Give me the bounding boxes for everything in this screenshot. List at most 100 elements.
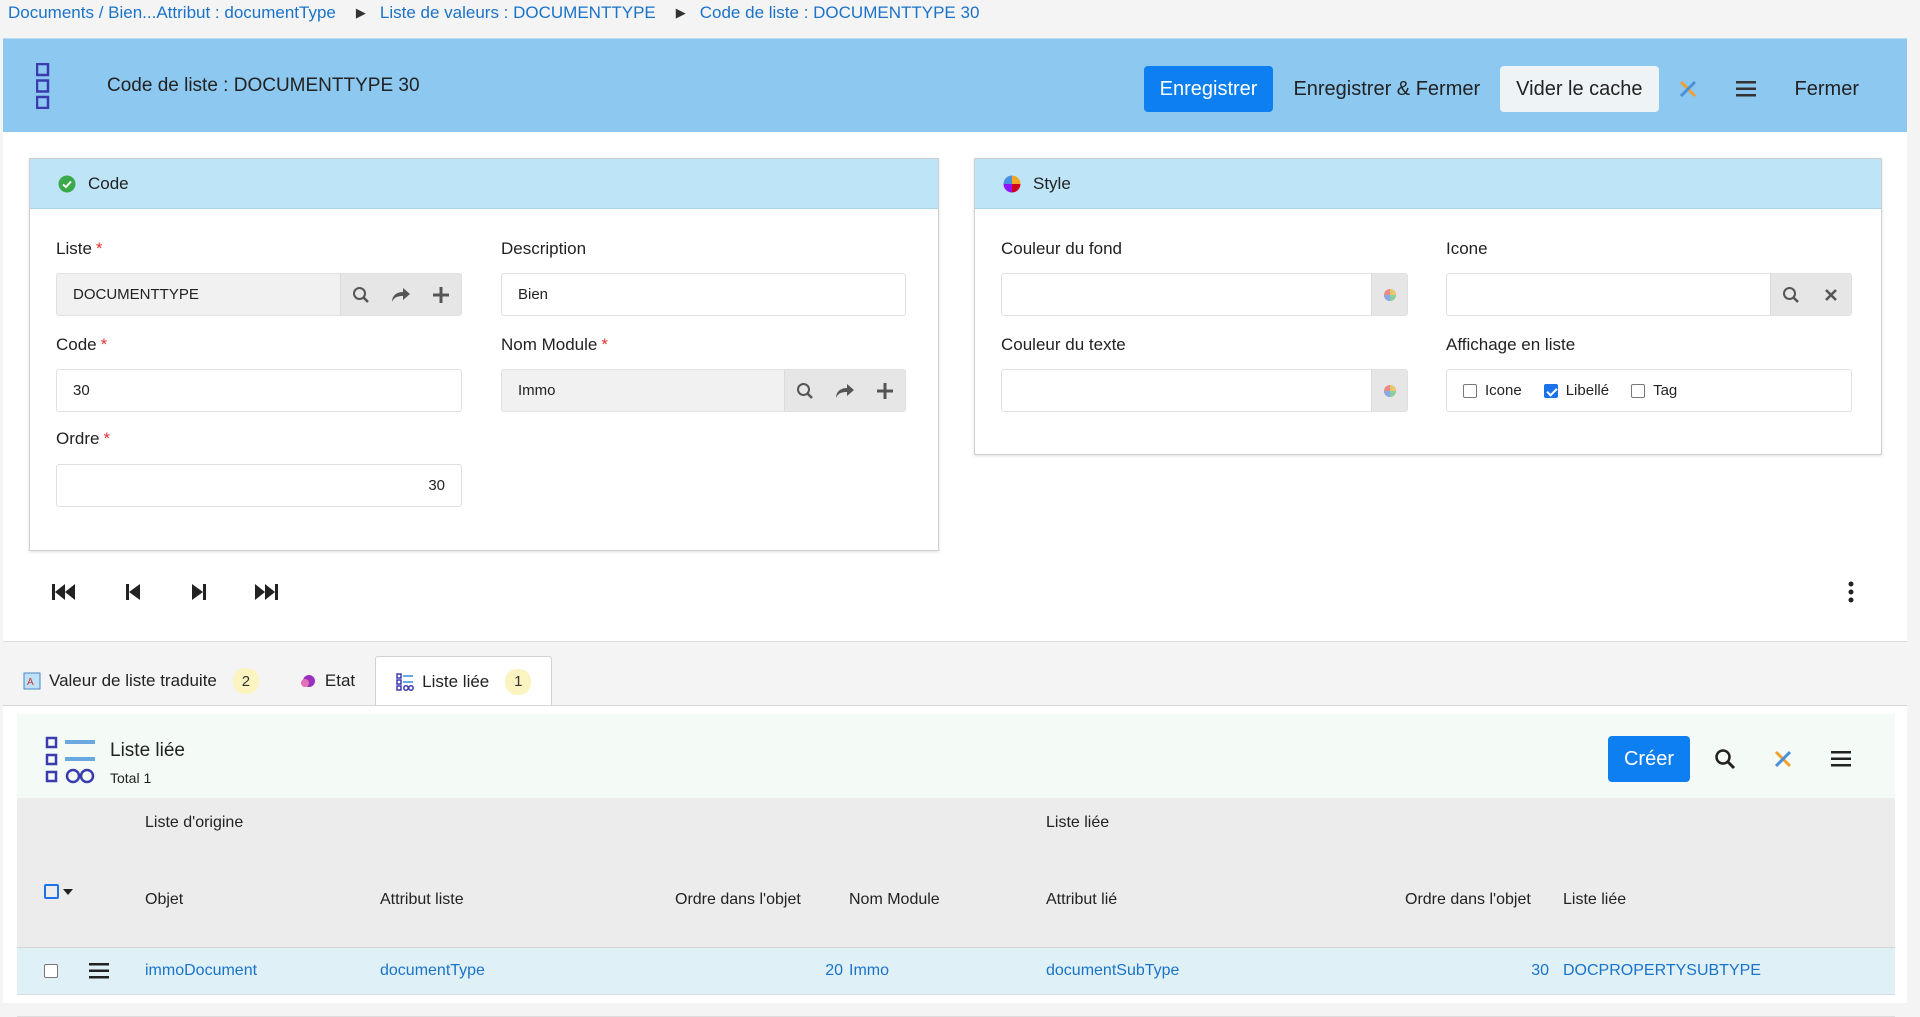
ordre-label: Ordre *: [56, 429, 110, 449]
icon-label: Icone: [1446, 239, 1488, 258]
select-all-dropdown[interactable]: [44, 884, 73, 899]
display-option-libelle[interactable]: Libellé: [1543, 382, 1609, 399]
next-record-icon[interactable]: [186, 580, 212, 604]
display-label: Affichage en liste: [1446, 335, 1576, 354]
display-options: Icone Libellé Tag: [1446, 369, 1852, 412]
column-header-ordre[interactable]: Ordre dans l'objet: [675, 891, 801, 909]
search-icon[interactable]: [1696, 736, 1754, 782]
ordre-value: 30: [428, 477, 445, 494]
cell-ordre-lie: 30: [1531, 962, 1549, 979]
tab-liste-liee[interactable]: Liste liée 1: [375, 656, 553, 706]
check-circle-icon: [58, 175, 76, 192]
add-icon[interactable]: [421, 274, 461, 315]
search-icon[interactable]: [1771, 274, 1811, 315]
column-header-nom-module[interactable]: Nom Module: [849, 891, 940, 909]
icon-field[interactable]: [1446, 273, 1852, 316]
row-menu-icon[interactable]: [89, 963, 109, 979]
chevron-down-icon: [63, 888, 73, 895]
column-header-ordre-lie[interactable]: Ordre dans l'objet: [1405, 891, 1531, 909]
required-mark: *: [103, 429, 111, 448]
breadcrumb-item-liste-valeurs[interactable]: Liste de valeurs : DOCUMENTTYPE: [380, 3, 656, 23]
save-close-button[interactable]: Enregistrer & Fermer: [1273, 66, 1500, 112]
close-button[interactable]: Fermer: [1775, 66, 1879, 112]
breadcrumb-item-documents[interactable]: Documents / Bien...Attribut : documentTy…: [8, 3, 336, 23]
related-tabs: A Valeur de liste traduite 2 Etat Liste …: [3, 656, 553, 706]
cell-objet[interactable]: immoDocument: [145, 962, 257, 980]
last-record-icon[interactable]: [253, 580, 279, 604]
bg-color-field[interactable]: [1001, 273, 1408, 316]
style-panel-header: Style: [975, 159, 1881, 209]
display-option-tag[interactable]: Tag: [1631, 382, 1677, 399]
text-color-field[interactable]: [1001, 369, 1408, 412]
search-icon[interactable]: [785, 370, 825, 411]
checkbox-checked[interactable]: [1543, 383, 1558, 398]
menu-icon[interactable]: [1717, 66, 1775, 112]
search-icon[interactable]: [341, 274, 381, 315]
description-field[interactable]: Bien: [501, 273, 906, 316]
checkbox[interactable]: [1463, 383, 1477, 398]
breadcrumb: Documents / Bien...Attribut : documentTy…: [8, 2, 979, 24]
clear-icon[interactable]: [1811, 274, 1851, 315]
state-icon: [300, 675, 315, 687]
breadcrumb-separator: ▶: [675, 5, 686, 20]
tab-label: Etat: [324, 671, 356, 690]
more-options-icon[interactable]: [1838, 580, 1864, 604]
column-header-attribut-lie[interactable]: Attribut lié: [1046, 891, 1117, 909]
page-title: Code de liste : DOCUMENTTYPE 30: [107, 75, 420, 96]
cell-nom-module[interactable]: Immo: [849, 962, 889, 980]
tab-label: Liste liée: [422, 671, 490, 691]
create-button[interactable]: Créer: [1607, 736, 1690, 782]
column-header-attribut-liste[interactable]: Attribut liste: [380, 891, 464, 909]
code-panel: Code Liste * DOCUMENTTYPE Description Bie…: [29, 158, 939, 551]
code-field[interactable]: 30: [56, 369, 462, 412]
linked-list-title: Liste liée: [110, 740, 185, 761]
checkbox[interactable]: [1631, 383, 1646, 398]
tools-icon[interactable]: [1754, 736, 1812, 782]
cell-attribut-liste[interactable]: documentType: [380, 962, 485, 980]
tab-etat[interactable]: Etat: [279, 656, 375, 706]
cell-liste-liee[interactable]: DOCPROPERTYSUBTYPE: [1563, 962, 1761, 980]
row-checkbox[interactable]: [44, 964, 58, 978]
first-record-icon[interactable]: [51, 580, 77, 604]
display-option-icone[interactable]: Icone: [1463, 382, 1522, 399]
text-color-label: Couleur du texte: [1001, 335, 1126, 354]
add-icon[interactable]: [865, 370, 905, 411]
linked-list-icon: [45, 736, 95, 784]
table-row[interactable]: immoDocument documentType 20 Immo docume…: [17, 948, 1895, 995]
color-picker-icon[interactable]: [1371, 274, 1407, 315]
liste-field[interactable]: DOCUMENTTYPE: [56, 273, 462, 316]
code-label-text: Code: [56, 335, 97, 354]
count-badge: 2: [232, 668, 259, 694]
module-label-text: Nom Module: [501, 335, 598, 354]
tools-icon[interactable]: [1659, 66, 1717, 112]
breadcrumb-item-code-liste[interactable]: Code de liste : DOCUMENTTYPE 30: [700, 3, 980, 23]
select-all-checkbox[interactable]: [44, 884, 59, 899]
save-button[interactable]: Enregistrer: [1143, 66, 1274, 112]
module-field[interactable]: Immo: [501, 369, 906, 412]
style-panel: Style Couleur du fond Icone Couleur du t…: [974, 158, 1882, 455]
open-link-icon[interactable]: [381, 274, 421, 315]
previous-record-icon[interactable]: [120, 580, 146, 604]
module-label: Nom Module *: [501, 335, 608, 355]
linked-list-panel: Liste liée Total 1 Créer Liste d'origine…: [3, 705, 1907, 1017]
required-mark: *: [100, 335, 108, 354]
code-value: 30: [73, 382, 90, 399]
display-option-label: Tag: [1653, 382, 1678, 399]
column-header-liste-liee[interactable]: Liste liée: [1563, 891, 1626, 909]
cell-attribut-lie[interactable]: documentSubType: [1046, 962, 1179, 980]
description-value: Bien: [518, 286, 549, 303]
tab-label: Valeur de liste traduite: [49, 671, 217, 690]
color-picker-icon[interactable]: [1371, 370, 1407, 411]
description-label: Description: [501, 239, 587, 258]
tab-valeur-traduite[interactable]: A Valeur de liste traduite 2: [3, 656, 279, 706]
linked-list-grid: Liste d'origine Liste liée Objet Attribu…: [17, 798, 1895, 1017]
clear-cache-button[interactable]: Vider le cache: [1500, 66, 1659, 112]
open-link-icon[interactable]: [825, 370, 865, 411]
grid-footer: [17, 995, 1895, 1017]
ordre-field[interactable]: 30: [56, 464, 462, 507]
group-header-linked: Liste liée: [1046, 814, 1110, 831]
column-header-objet[interactable]: Objet: [145, 891, 183, 909]
record-navigation: [3, 562, 1907, 622]
grid-header: Liste d'origine Liste liée Objet Attribu…: [17, 798, 1895, 948]
menu-icon[interactable]: [1812, 736, 1870, 782]
